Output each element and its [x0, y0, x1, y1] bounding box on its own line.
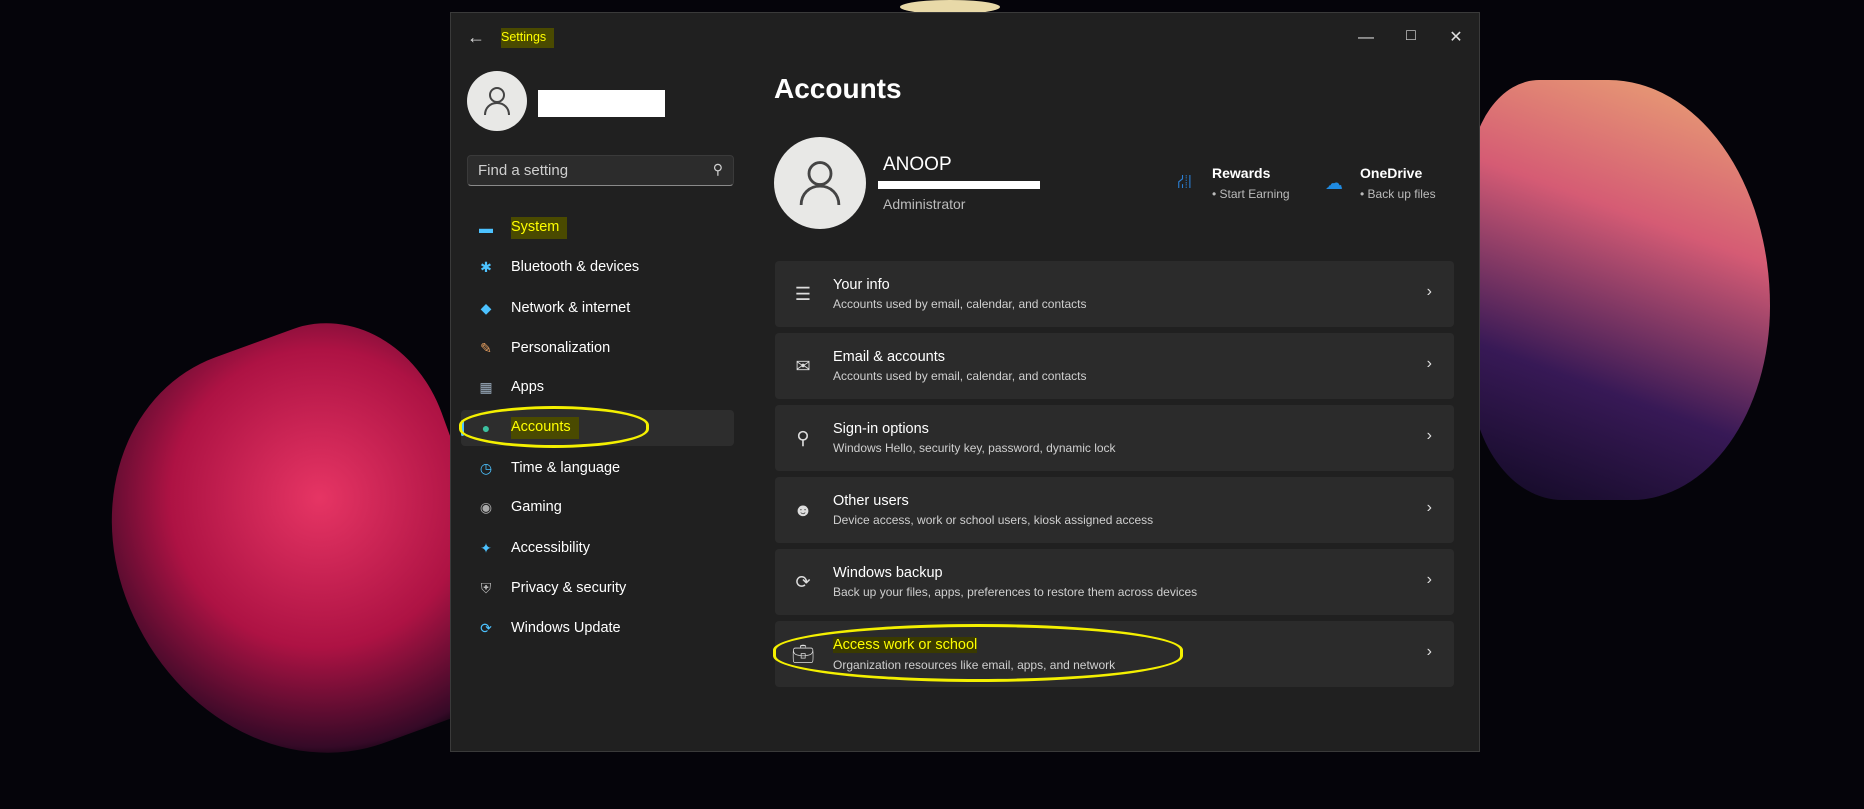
- maximize-button[interactable]: □: [1396, 27, 1426, 45]
- rewards-title[interactable]: Rewards: [1212, 165, 1270, 181]
- sidebar-item-gaming[interactable]: ◉ Gaming: [461, 489, 734, 525]
- minimize-button[interactable]: —: [1351, 29, 1381, 47]
- settings-window: ← Settings — □ ✕ Find a setting ⚲ ▬ System…: [450, 12, 1480, 752]
- chevron-right-icon: ›: [1426, 355, 1432, 372]
- rewards-subtitle: Start Earning: [1219, 187, 1290, 201]
- onedrive-title[interactable]: OneDrive: [1360, 165, 1422, 181]
- profile-avatar[interactable]: [774, 137, 866, 229]
- update-icon: ⟳: [480, 619, 492, 636]
- profile-name: ANOOP: [883, 154, 952, 175]
- backup-icon: ⟳: [795, 571, 811, 592]
- chevron-right-icon: ›: [1426, 571, 1432, 588]
- profile-role: Administrator: [883, 196, 966, 212]
- rewards-icon: ⛜: [1177, 171, 1193, 193]
- sidebar-avatar[interactable]: [467, 71, 527, 131]
- sidebar-item-personalization[interactable]: ✎ Personalization: [461, 330, 734, 366]
- brush-icon: ✎: [480, 339, 492, 356]
- card-sign-in-options[interactable]: ⚲ Sign-in options Windows Hello, security …: [775, 405, 1454, 471]
- key-icon: ⚲: [796, 427, 810, 448]
- card-windows-backup[interactable]: ⟳ Windows backup Back up your files, apps,…: [775, 549, 1454, 615]
- chevron-right-icon: ›: [1426, 499, 1432, 516]
- onedrive-cloud-icon: ☁: [1325, 173, 1343, 193]
- wifi-icon: ◆: [480, 299, 492, 316]
- sidebar-item-network[interactable]: ◆ Network & internet: [461, 290, 734, 326]
- onedrive-subtitle: Back up files: [1367, 187, 1436, 201]
- bluetooth-icon: ✱: [480, 258, 492, 275]
- shield-icon: ⛨: [480, 579, 492, 596]
- sidebar-item-privacy[interactable]: ⛨ Privacy & security: [461, 570, 734, 606]
- sidebar-item-system[interactable]: ▬ System: [461, 210, 734, 246]
- accessibility-icon: ✦: [480, 539, 492, 556]
- gamepad-icon: ◉: [479, 498, 493, 515]
- page-title: Accounts: [774, 73, 902, 104]
- sidebar-item-accessibility[interactable]: ✦ Accessibility: [461, 530, 734, 566]
- card-your-info[interactable]: ☰ Your info Accounts used by email, calend…: [775, 261, 1454, 327]
- back-arrow-icon[interactable]: ←: [467, 27, 485, 48]
- highlight-annotation: [459, 406, 649, 448]
- sidebar-item-windows-update[interactable]: ⟳ Windows Update: [461, 610, 734, 646]
- highlight-annotation: [773, 624, 1183, 682]
- chevron-right-icon: ›: [1426, 427, 1432, 444]
- monitor-icon: ▬: [479, 220, 493, 236]
- wallpaper-shape: [1470, 80, 1770, 500]
- person-icon: [484, 87, 510, 116]
- globe-clock-icon: ◷: [479, 459, 493, 476]
- card-email-accounts[interactable]: ✉ Email & accounts Accounts used by email,…: [775, 333, 1454, 399]
- add-user-icon: ☻: [793, 499, 813, 520]
- card-other-users[interactable]: ☻ Other users Device access, work or schoo…: [775, 477, 1454, 543]
- close-button[interactable]: ✕: [1441, 27, 1471, 47]
- chevron-right-icon: ›: [1426, 283, 1432, 300]
- chevron-right-icon: ›: [1426, 643, 1432, 660]
- apps-icon: ▦: [479, 378, 493, 395]
- sidebar-item-time-language[interactable]: ◷ Time & language: [461, 450, 734, 486]
- sidebar-item-bluetooth[interactable]: ✱ Bluetooth & devices: [461, 249, 734, 285]
- sidebar-item-apps[interactable]: ▦ Apps: [461, 369, 734, 405]
- redacted-email: [878, 181, 1040, 189]
- contact-card-icon: ☰: [794, 283, 812, 304]
- person-icon: [799, 161, 841, 206]
- window-title: Settings: [501, 28, 555, 48]
- redacted-username: [538, 90, 665, 117]
- search-icon: ⚲: [712, 161, 723, 177]
- mail-icon: ✉: [795, 355, 811, 376]
- search-input[interactable]: Find a setting ⚲: [467, 155, 734, 186]
